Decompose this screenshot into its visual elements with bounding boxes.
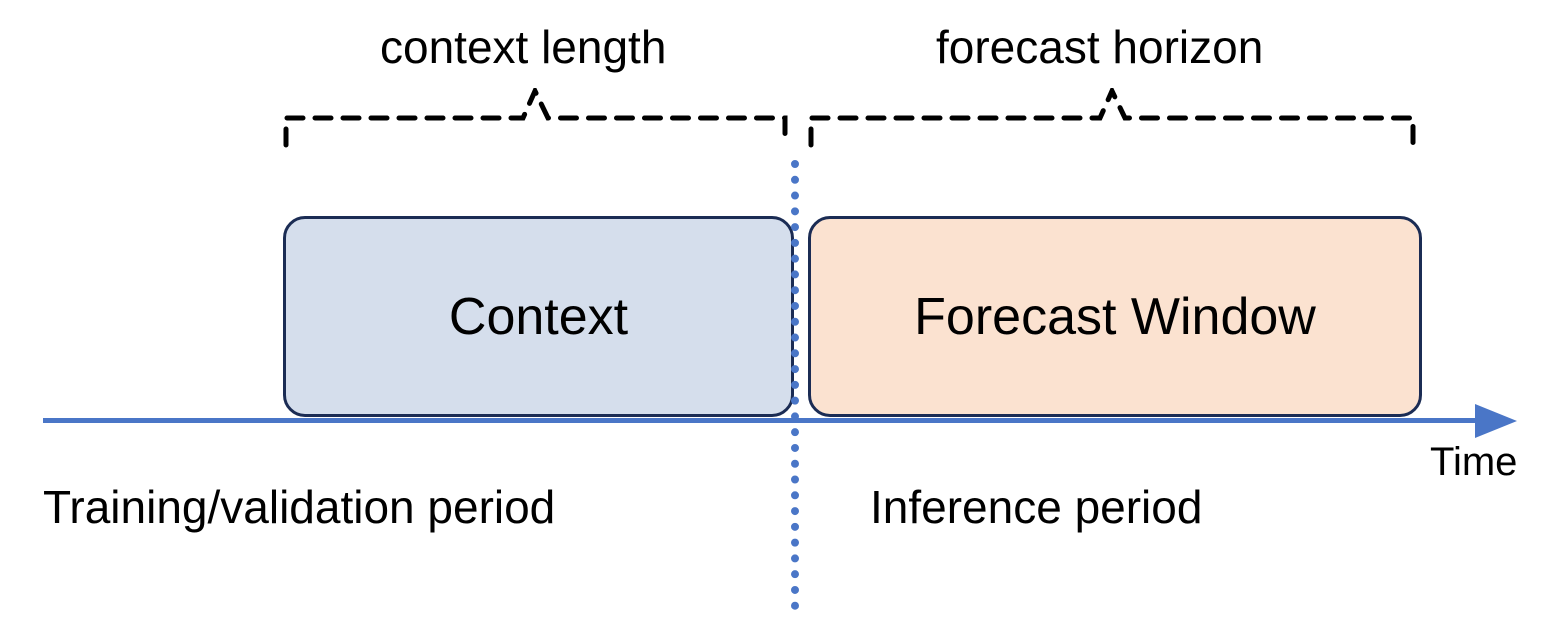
context-box: Context: [283, 216, 794, 417]
forecast-window-box-label: Forecast Window: [914, 287, 1316, 347]
context-box-label: Context: [449, 287, 628, 347]
divider-dotted-line: [791, 160, 799, 610]
label-context-length: context length: [380, 20, 666, 74]
arrow-right-icon: [1475, 404, 1517, 438]
label-training-validation-period: Training/validation period: [43, 480, 555, 534]
label-inference-period: Inference period: [870, 480, 1202, 534]
timeline-axis: [43, 418, 1483, 423]
diagram-canvas: context length forecast horizon Context …: [0, 0, 1563, 629]
label-forecast-horizon: forecast horizon: [936, 20, 1263, 74]
axis-label-time: Time: [1430, 440, 1517, 485]
brace-forecast-icon: [808, 88, 1416, 148]
brace-context-icon: [283, 88, 788, 148]
forecast-window-box: Forecast Window: [808, 216, 1422, 417]
